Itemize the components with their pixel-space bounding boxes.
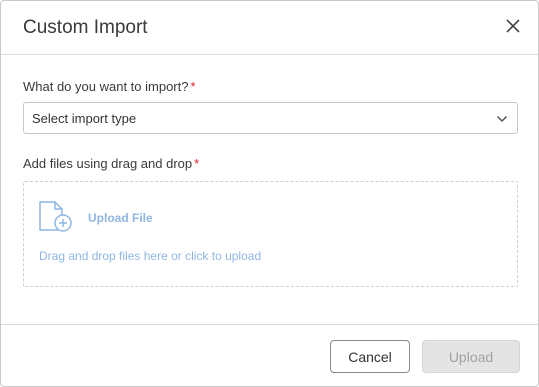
import-type-select-value: Select import type [32,111,137,126]
import-type-label: What do you want to import? * [23,79,196,94]
cancel-button[interactable]: Cancel [330,340,410,373]
import-type-select[interactable]: Select import type [23,102,518,134]
dialog-footer: Cancel Upload [1,324,538,386]
dialog-header: Custom Import [1,1,538,55]
custom-import-dialog: Custom Import What do you want to import… [0,0,539,387]
dialog-title: Custom Import [23,17,148,38]
files-label: Add files using drag and drop * [23,156,199,171]
required-marker: * [194,156,200,171]
files-label-text: Add files using drag and drop [23,156,193,171]
import-type-label-text: What do you want to import? [23,79,189,94]
drop-zone-hint[interactable]: Drag and drop files here or click to upl… [39,249,261,263]
file-add-icon [39,201,72,232]
close-button[interactable] [502,15,524,37]
close-icon [506,19,520,33]
chevron-down-icon [496,115,508,123]
required-marker: * [190,79,196,94]
upload-file-link[interactable]: Upload File [88,211,153,225]
file-drop-zone[interactable]: Upload File Drag and drop files here or … [23,181,518,287]
upload-button[interactable]: Upload [422,340,520,373]
